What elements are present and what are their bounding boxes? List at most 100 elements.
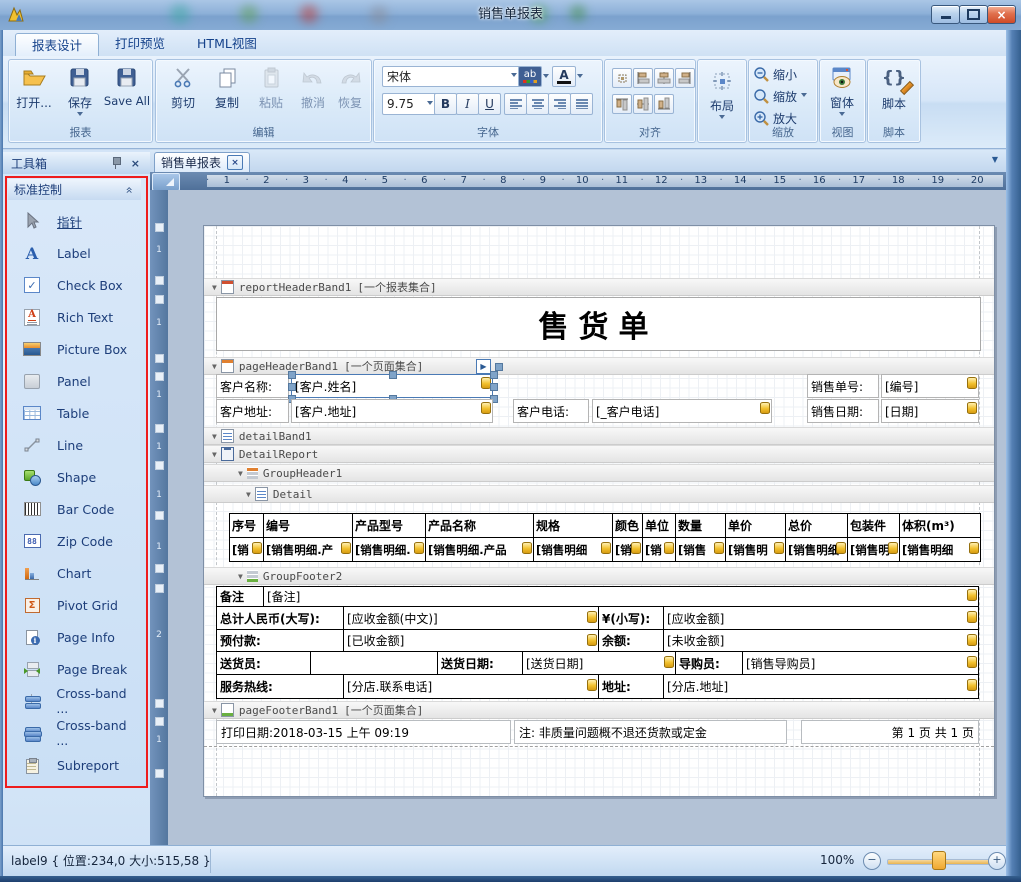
band-report-header[interactable]: ▼ reportHeaderBand1 [一个报表集合] bbox=[204, 278, 994, 296]
page-number-box[interactable]: 第 1 页 共 1 页 bbox=[801, 720, 979, 744]
selection-handle[interactable] bbox=[288, 371, 296, 379]
detail-data-cell[interactable]: [销售 bbox=[676, 537, 726, 562]
font-size-combobox[interactable]: 9.75 bbox=[382, 93, 438, 115]
order-date-label[interactable]: 销售日期: bbox=[807, 399, 879, 423]
tab-html-view[interactable]: HTML视图 bbox=[181, 32, 273, 55]
zoom-select-button[interactable]: 缩放 bbox=[753, 86, 807, 106]
prepaid-value-cell[interactable]: [已收金额] bbox=[344, 629, 599, 652]
customer-name-label[interactable]: 客户名称: bbox=[216, 374, 289, 398]
font-name-combobox[interactable]: 宋体 bbox=[382, 66, 522, 87]
layout-button[interactable]: 布局 bbox=[700, 66, 744, 128]
bold-button[interactable]: B bbox=[434, 93, 457, 115]
align-top-objects-button[interactable] bbox=[612, 94, 632, 114]
address-label-cell[interactable]: 地址: bbox=[599, 674, 664, 699]
detail-header-cell[interactable]: 单价 bbox=[726, 513, 786, 538]
total-cn-label-cell[interactable]: 总计人民币(大写): bbox=[216, 606, 344, 630]
italic-button[interactable]: I bbox=[456, 93, 479, 115]
band-collapse-icon[interactable]: ▼ bbox=[212, 450, 217, 459]
toolbox-close-icon[interactable]: × bbox=[131, 157, 140, 170]
align-edges-button[interactable] bbox=[612, 68, 632, 88]
band-detail-report[interactable]: ▼ DetailReport bbox=[204, 445, 994, 463]
detail-data-cell[interactable]: [销售明细.产品 bbox=[426, 537, 534, 562]
align-middle-objects-button[interactable] bbox=[633, 94, 653, 114]
remark-value-cell[interactable]: [备注] bbox=[264, 586, 979, 607]
document-tab[interactable]: 销售单报表 × bbox=[154, 152, 250, 172]
toolbox-item-richtext[interactable]: A Rich Text bbox=[9, 302, 140, 332]
zoom-out-status-button[interactable]: − bbox=[863, 852, 881, 870]
smart-tag-button[interactable]: ▶ bbox=[476, 359, 491, 374]
open-button[interactable]: 打开... bbox=[12, 63, 56, 125]
pin-icon[interactable] bbox=[111, 157, 121, 169]
minimize-button[interactable] bbox=[931, 5, 960, 24]
band-group-footer2[interactable]: ▼ GroupFooter2 bbox=[204, 567, 994, 585]
detail-header-cell[interactable]: 颜色 bbox=[613, 513, 643, 538]
band-group-header1[interactable]: ▼ GroupHeader1 bbox=[204, 464, 994, 482]
guide-value-cell[interactable]: [销售导购员] bbox=[743, 651, 979, 675]
toolbox-item-pageinfo[interactable]: i Page Info bbox=[9, 622, 140, 652]
align-right-objects-button[interactable] bbox=[675, 68, 695, 88]
band-collapse-icon[interactable]: ▼ bbox=[212, 283, 217, 292]
address-value-cell[interactable]: [分店.地址] bbox=[664, 674, 979, 699]
report-page[interactable]: ▼ reportHeaderBand1 [一个报表集合] 售货单 ▼ pageH… bbox=[203, 225, 995, 797]
zoom-out-button[interactable]: 缩小 bbox=[753, 64, 797, 84]
align-left-objects-button[interactable] bbox=[633, 68, 653, 88]
selection-handle[interactable] bbox=[495, 363, 503, 371]
undo-button[interactable]: 撤消 bbox=[294, 63, 332, 125]
guide-label-cell[interactable]: 导购员: bbox=[676, 651, 743, 675]
detail-header-cell[interactable]: 产品型号 bbox=[353, 513, 426, 538]
align-text-center-button[interactable] bbox=[526, 93, 549, 115]
form-view-button[interactable]: 窗体 bbox=[820, 63, 864, 125]
prepaid-label-cell[interactable]: 预付款: bbox=[216, 629, 344, 652]
band-detail[interactable]: ▼ Detail bbox=[204, 485, 994, 503]
toolbox-item-barcode[interactable]: Bar Code bbox=[9, 494, 140, 524]
band-collapse-icon[interactable]: ▼ bbox=[212, 362, 217, 371]
deliverer-value-cell[interactable] bbox=[311, 651, 438, 675]
ruler-corner-button[interactable] bbox=[152, 173, 180, 191]
save-all-button[interactable]: Save All bbox=[103, 63, 151, 125]
paste-button[interactable]: 粘贴 bbox=[249, 63, 293, 125]
toolbox-item-subreport[interactable]: Subreport bbox=[9, 750, 140, 780]
detail-header-cell[interactable]: 包装件 bbox=[848, 513, 900, 538]
toolbox-item-panel[interactable]: Panel bbox=[9, 366, 140, 396]
remark-label-cell[interactable]: 备注 bbox=[216, 586, 264, 607]
detail-data-cell[interactable]: [销售明细 bbox=[786, 537, 848, 562]
redo-button[interactable]: 恢复 bbox=[331, 63, 369, 125]
close-button[interactable]: × bbox=[987, 5, 1016, 24]
toolbox-item-pointer[interactable]: 指针 bbox=[9, 206, 140, 236]
band-detail-band1[interactable]: ▼ detailBand1 bbox=[204, 427, 994, 445]
footer-note-box[interactable]: 注: 非质量问题概不退还货款或定金 bbox=[514, 720, 787, 744]
detail-header-cell[interactable]: 产品名称 bbox=[426, 513, 534, 538]
detail-header-cell[interactable]: 规格 bbox=[534, 513, 613, 538]
toolbox-item-zipcode[interactable]: 88 Zip Code bbox=[9, 526, 140, 556]
detail-data-cell[interactable]: [销 bbox=[613, 537, 643, 562]
band-page-header[interactable]: ▼ pageHeaderBand1 [一个页面集合] bbox=[204, 357, 994, 375]
detail-header-cell[interactable]: 序号 bbox=[229, 513, 264, 538]
tab-report-design[interactable]: 报表设计 bbox=[15, 33, 99, 57]
selection-handle[interactable] bbox=[389, 371, 397, 379]
delivery-date-label-cell[interactable]: 送货日期: bbox=[438, 651, 523, 675]
selection-handle[interactable] bbox=[490, 371, 498, 379]
detail-header-cell[interactable]: 编号 bbox=[264, 513, 353, 538]
script-button[interactable]: {} 脚本 bbox=[872, 63, 916, 125]
save-button[interactable]: 保存 bbox=[58, 63, 102, 125]
maximize-button[interactable] bbox=[959, 5, 988, 24]
zoom-slider-thumb[interactable] bbox=[932, 851, 946, 870]
hotline-label-cell[interactable]: 服务热线: bbox=[216, 674, 344, 699]
font-color-dropdown-arrow[interactable] bbox=[577, 74, 583, 81]
band-collapse-icon[interactable]: ▼ bbox=[238, 469, 243, 478]
toolbox-item-chart[interactable]: Chart bbox=[9, 558, 140, 588]
detail-data-cell[interactable]: [销售明 bbox=[848, 537, 900, 562]
document-list-dropdown-icon[interactable]: ▼ bbox=[992, 155, 998, 164]
band-collapse-icon[interactable]: ▼ bbox=[212, 706, 217, 715]
toolbox-item-pivotgrid[interactable]: Σ Pivot Grid bbox=[9, 590, 140, 620]
detail-data-cell[interactable]: [销 bbox=[229, 537, 264, 562]
order-no-field[interactable]: [编号] bbox=[881, 374, 979, 398]
cut-button[interactable]: 剪切 bbox=[161, 63, 205, 125]
align-text-left-button[interactable] bbox=[504, 93, 527, 115]
customer-addr-field[interactable]: [客户.地址] bbox=[291, 399, 493, 423]
toolbox-item-crossband-box[interactable]: Cross-band ... bbox=[9, 718, 140, 748]
print-date-box[interactable]: 打印日期:2018-03-15 上午 09:19 bbox=[216, 720, 511, 744]
toolbox-section-header[interactable]: 标准控制 « bbox=[8, 179, 141, 200]
report-title-box[interactable]: 售货单 bbox=[216, 297, 981, 351]
detail-data-cell[interactable]: [销售明细.产 bbox=[264, 537, 353, 562]
